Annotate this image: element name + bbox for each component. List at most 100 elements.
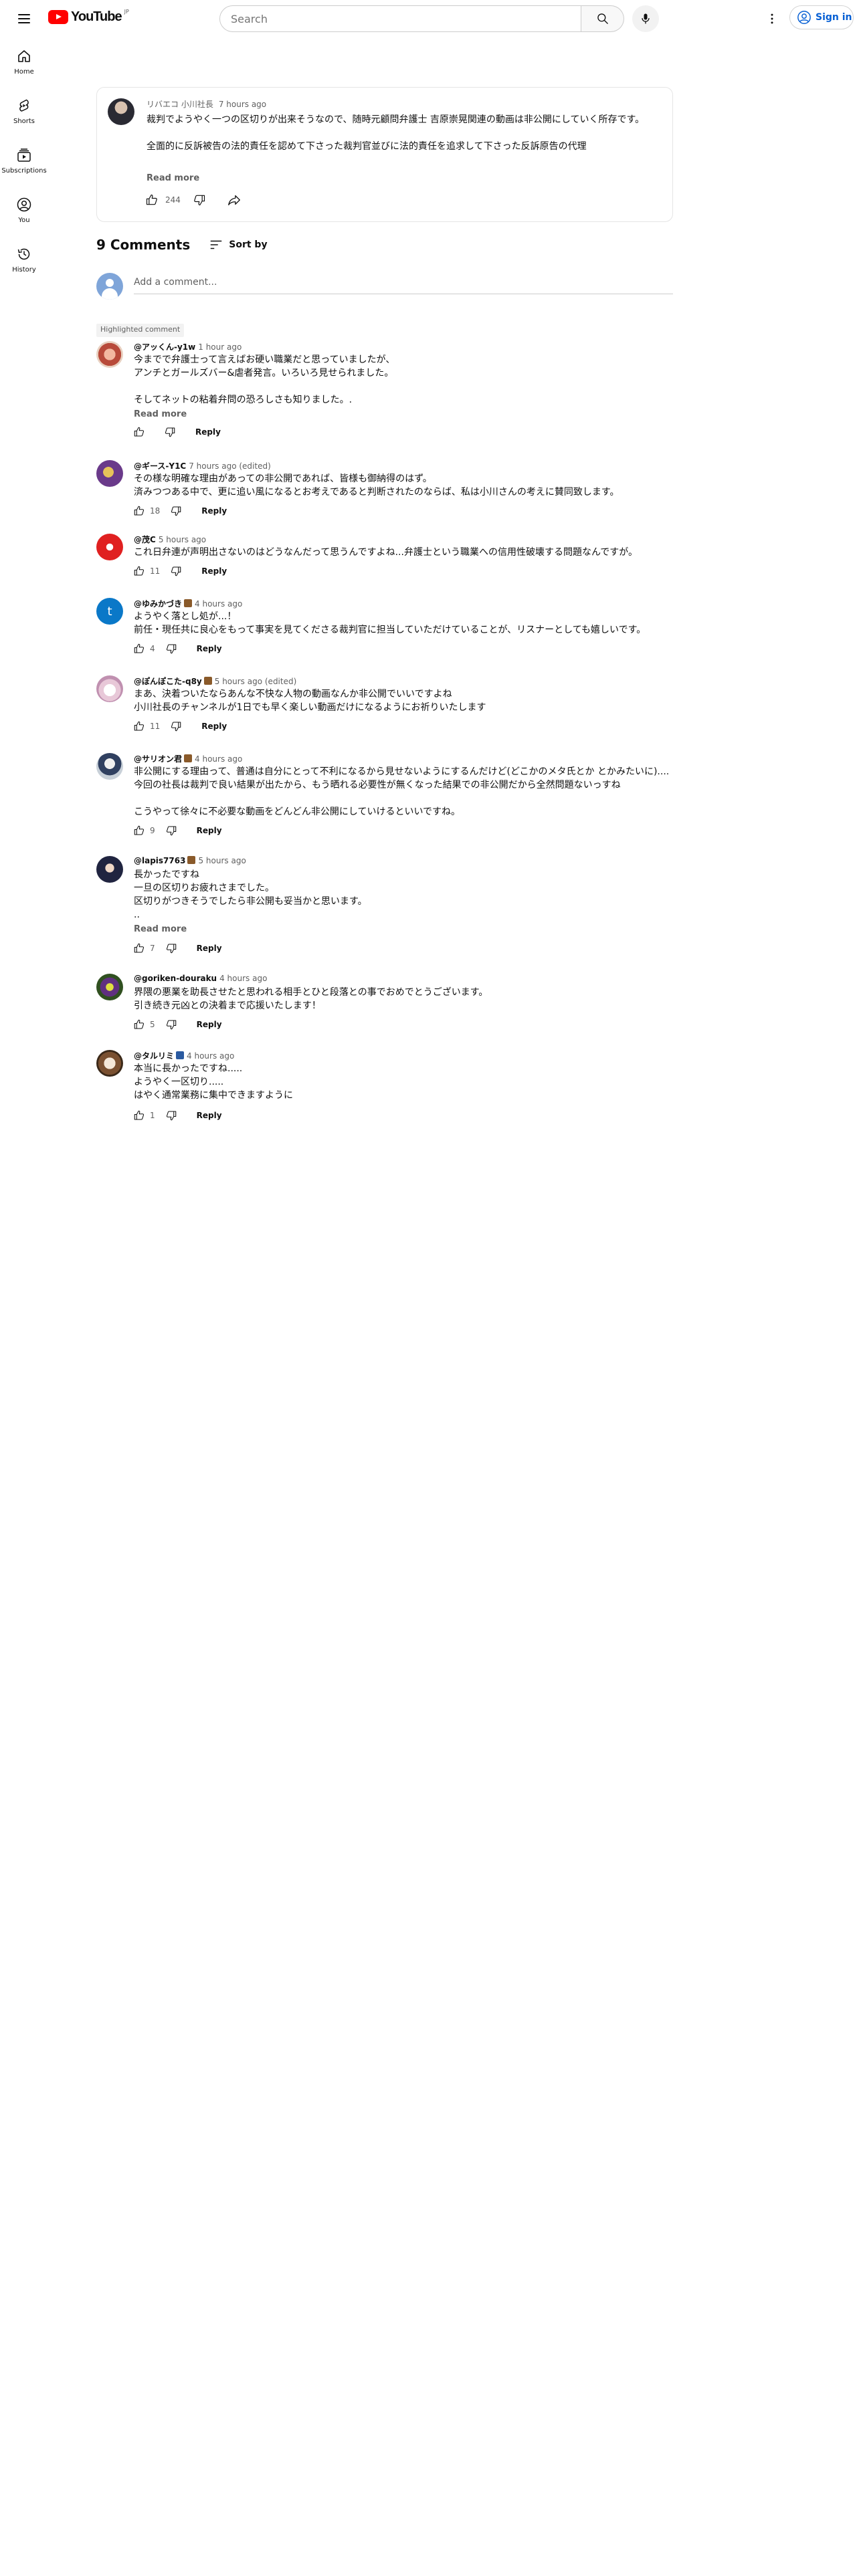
dislike-button[interactable] bbox=[189, 189, 210, 211]
commenter-avatar[interactable] bbox=[96, 753, 123, 780]
thumbs-up-icon bbox=[146, 194, 157, 205]
commenter-avatar[interactable] bbox=[96, 1050, 123, 1077]
comment-author[interactable]: @茂C bbox=[134, 535, 156, 544]
dislike-button[interactable] bbox=[161, 1014, 182, 1035]
comment-read-more[interactable]: Read more bbox=[134, 409, 187, 419]
sidebar-item-label: Shorts bbox=[13, 118, 35, 125]
comment-author[interactable]: @ぽんぽこた-q8y bbox=[134, 677, 202, 686]
reply-button[interactable]: Reply bbox=[187, 422, 229, 442]
comment-time[interactable]: 5 hours ago bbox=[159, 535, 206, 544]
reply-button[interactable]: Reply bbox=[193, 501, 235, 521]
sidebar-item-history[interactable]: History bbox=[3, 235, 45, 285]
comment-time[interactable]: 5 hours ago (edited) bbox=[215, 677, 297, 686]
youtube-play-icon bbox=[48, 10, 68, 24]
menu-icon[interactable] bbox=[16, 11, 32, 27]
comment-header: @タルリミ 4 hours ago bbox=[134, 1050, 234, 1061]
voice-search-button[interactable] bbox=[632, 5, 659, 32]
dislike-button[interactable] bbox=[165, 500, 187, 522]
thumbs-down-icon bbox=[166, 1020, 176, 1030]
commenter-avatar[interactable] bbox=[96, 534, 123, 560]
comment-header: @アッくん-y1w 1 hour ago bbox=[134, 341, 242, 352]
reply-button[interactable]: Reply bbox=[189, 1105, 230, 1125]
commenter-avatar[interactable] bbox=[96, 341, 123, 368]
channel-avatar[interactable] bbox=[108, 98, 134, 125]
comment-time[interactable]: 4 hours ago bbox=[195, 599, 242, 609]
comment-time[interactable]: 4 hours ago bbox=[219, 974, 267, 983]
search-button[interactable] bbox=[581, 5, 624, 32]
comment-time[interactable]: 5 hours ago bbox=[198, 856, 246, 865]
like-button[interactable] bbox=[128, 820, 150, 841]
sidebar-item-you[interactable]: You bbox=[3, 186, 45, 235]
reply-button[interactable]: Reply bbox=[189, 938, 230, 958]
add-comment-input[interactable]: Add a comment... bbox=[134, 277, 673, 294]
dislike-button[interactable] bbox=[161, 638, 182, 659]
dislike-button[interactable] bbox=[165, 716, 187, 737]
commenter-avatar[interactable] bbox=[96, 856, 123, 883]
reply-button[interactable]: Reply bbox=[189, 1014, 230, 1035]
post-actions: 244 bbox=[141, 188, 245, 212]
comment-text: 長かったですね 一旦の区切りお疲れさまでした。 区切りがつきそうでしたら非公開も… bbox=[134, 869, 367, 920]
dislike-button[interactable] bbox=[165, 560, 187, 582]
comment-actions: 11 Reply bbox=[128, 716, 235, 737]
commenter-avatar[interactable] bbox=[96, 675, 123, 702]
comment-author[interactable]: @サリオン君 bbox=[134, 754, 182, 764]
like-button[interactable] bbox=[128, 500, 150, 522]
reply-button[interactable]: Reply bbox=[189, 821, 230, 841]
reply-button[interactable]: Reply bbox=[193, 716, 235, 736]
comment-time[interactable]: 1 hour ago bbox=[198, 342, 242, 352]
sort-by-button[interactable]: Sort by bbox=[209, 237, 268, 252]
dislike-button[interactable] bbox=[159, 421, 181, 443]
member-badge-icon bbox=[187, 856, 196, 864]
more-options-icon[interactable] bbox=[763, 9, 781, 28]
comment-author[interactable]: @アッくん-y1w bbox=[134, 342, 195, 352]
post-read-more[interactable]: Read more bbox=[147, 173, 199, 183]
comment-author[interactable]: @ギース-Y1C bbox=[134, 461, 186, 471]
like-button[interactable] bbox=[128, 560, 150, 582]
comment-time[interactable]: 4 hours ago bbox=[195, 754, 242, 764]
like-button[interactable] bbox=[128, 1014, 150, 1035]
history-icon bbox=[17, 248, 30, 260]
search-input[interactable] bbox=[231, 12, 581, 25]
post-time[interactable]: 7 hours ago bbox=[219, 100, 266, 109]
comment-actions: 9 Reply bbox=[128, 820, 230, 841]
commenter-avatar[interactable]: t bbox=[96, 598, 123, 625]
search-bar bbox=[219, 5, 659, 32]
comment-author[interactable]: @goriken-douraku bbox=[134, 974, 217, 983]
sidebar-item-shorts[interactable]: Shorts bbox=[3, 87, 45, 136]
like-button[interactable] bbox=[128, 421, 150, 443]
dislike-button[interactable] bbox=[161, 1105, 182, 1126]
comments-header: 9 Comments Sort by bbox=[96, 234, 268, 255]
reply-button[interactable]: Reply bbox=[193, 561, 235, 581]
comment-time[interactable]: 4 hours ago bbox=[187, 1051, 234, 1061]
comment-text: 今までで弁護士って言えばお硬い職業だと思っていましたが、 アンチとガールズバー&… bbox=[134, 354, 395, 405]
like-button[interactable] bbox=[128, 638, 150, 659]
post-author[interactable]: リバエコ 小川社長 bbox=[147, 100, 213, 109]
commenter-avatar[interactable] bbox=[96, 460, 123, 487]
like-button[interactable] bbox=[128, 1105, 150, 1126]
youtube-logo[interactable]: YouTube JP bbox=[48, 9, 129, 25]
thumbs-down-icon bbox=[166, 944, 176, 954]
dislike-button[interactable] bbox=[161, 820, 182, 841]
comment-thread: @サリオン君 4 hours ago 非公開にする理由って、普通は自分にとって不利… bbox=[96, 753, 673, 847]
comment-header: @ゆみかづき 4 hours ago bbox=[134, 598, 242, 609]
share-button[interactable] bbox=[223, 189, 245, 211]
like-button[interactable] bbox=[141, 189, 163, 211]
sidebar-item-subscriptions[interactable]: Subscriptions bbox=[1, 136, 47, 186]
like-button[interactable] bbox=[128, 938, 150, 959]
commenter-avatar[interactable] bbox=[96, 974, 123, 1000]
sidebar-item-home[interactable]: Home bbox=[3, 37, 45, 87]
reply-button[interactable]: Reply bbox=[189, 639, 230, 659]
search-box[interactable] bbox=[219, 5, 581, 32]
dislike-button[interactable] bbox=[161, 938, 182, 959]
comment-author[interactable]: @ゆみかづき bbox=[134, 599, 182, 609]
comment-author[interactable]: @タルリミ bbox=[134, 1051, 174, 1061]
sign-in-button[interactable]: Sign in bbox=[789, 5, 854, 29]
comment-read-more[interactable]: Read more bbox=[134, 924, 187, 934]
comment-time[interactable]: 7 hours ago (edited) bbox=[189, 461, 271, 471]
comment-thread: @goriken-douraku 4 hours ago 界隈の悪業を助長させたと… bbox=[96, 974, 673, 1041]
thumbs-up-icon bbox=[134, 1019, 145, 1029]
search-icon bbox=[597, 13, 608, 24]
like-count: 18 bbox=[150, 506, 161, 516]
comment-author[interactable]: @lapis7763 bbox=[134, 856, 185, 865]
like-button[interactable] bbox=[128, 716, 150, 737]
